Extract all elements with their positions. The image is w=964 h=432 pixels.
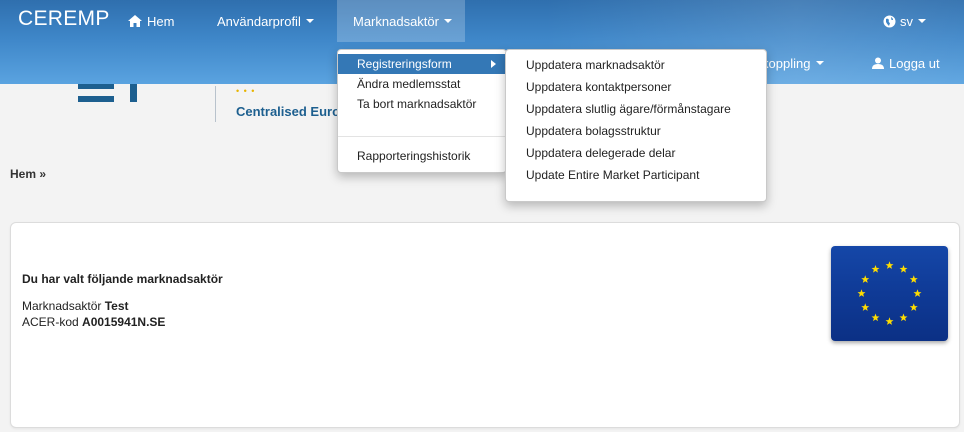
globe-icon [883, 15, 896, 27]
flag-star [861, 275, 870, 283]
menu-divider [338, 136, 506, 137]
menu-item-ta-bort[interactable]: Ta bort marknadsaktör [338, 94, 506, 114]
logo-separator [215, 86, 216, 122]
flag-star [899, 265, 908, 273]
actor-label: Marknadsaktör [22, 299, 102, 313]
flag-star [899, 313, 908, 322]
nav-home-label: Hem [147, 13, 175, 29]
flag-star [871, 265, 880, 273]
submenu-item-label: Uppdatera delegerade delar [526, 146, 676, 160]
flag-star [909, 275, 918, 283]
market-actor-dropdown: Registreringsform Ändra medlemsstat Ta b… [337, 49, 507, 173]
nav-language[interactable]: sv [883, 0, 926, 42]
brand-logo[interactable]: CEREMP [18, 7, 110, 31]
submenu-item-label: Uppdatera bolagsstruktur [526, 124, 661, 138]
nav-market-actor[interactable]: Marknadsaktör [337, 0, 465, 42]
submenu-item-label: Uppdatera slutlig ägare/förmånstagare [526, 102, 731, 116]
submenu-item-delegerade[interactable]: Uppdatera delegerade delar [506, 143, 766, 163]
eu-flag-stars [857, 261, 922, 325]
menu-item-label: Ta bort marknadsaktör [357, 97, 477, 111]
chevron-right-icon [491, 60, 496, 68]
actor-value: Test [104, 299, 129, 313]
acer-value: A0015941N.SE [82, 315, 166, 329]
submenu-item-label: Uppdatera marknadsaktör [526, 58, 665, 72]
menu-item-registreringsform[interactable]: Registreringsform [338, 54, 506, 74]
chevron-down-icon [816, 61, 825, 65]
menu-item-andra-medlemsstat[interactable]: Ändra medlemsstat [338, 74, 506, 94]
flag-star [861, 303, 870, 311]
submenu-item-label: Update Entire Market Participant [526, 168, 700, 182]
submenu-item-label: Uppdatera kontaktpersoner [526, 80, 672, 94]
menu-item-label: Ändra medlemsstat [357, 77, 461, 91]
flag-star [857, 289, 866, 297]
user-icon [872, 57, 884, 69]
nav-logout[interactable]: Logga ut [872, 42, 940, 84]
nav-user-profile-label: Användarprofil [217, 13, 301, 29]
menu-item-label: Rapporteringshistorik [357, 149, 471, 163]
chevron-down-icon [443, 19, 452, 23]
flag-star [885, 317, 894, 325]
panel-heading: Du har valt följande marknadsaktör [22, 272, 223, 286]
flag-star [913, 289, 922, 297]
nav-user-profile[interactable]: Användarprofil [217, 0, 314, 42]
acer-logo-mark [78, 84, 138, 104]
flag-star [885, 261, 894, 269]
chevron-down-icon [918, 19, 926, 23]
nav-home[interactable]: Hem [128, 0, 174, 42]
submenu-item-agare[interactable]: Uppdatera slutlig ägare/förmånstagare [506, 99, 766, 119]
menu-item-rapporteringshistorik[interactable]: Rapporteringshistorik [338, 146, 506, 166]
submenu-item-marknadsaktor[interactable]: Uppdatera marknadsaktör [506, 55, 766, 75]
submenu-item-entire[interactable]: Update Entire Market Participant [506, 165, 766, 185]
nav-market-actor-label: Marknadsaktör [353, 13, 439, 29]
acer-line: ACER-kod A0015941N.SE [22, 315, 165, 329]
logo-text: Centralised Euro [236, 104, 341, 119]
home-icon [128, 15, 142, 27]
nav-logout-label: Logga ut [889, 55, 940, 71]
submenu-item-bolagsstruktur[interactable]: Uppdatera bolagsstruktur [506, 121, 766, 141]
logo-stars: • • • [236, 86, 256, 96]
eu-flag-icon [831, 246, 948, 341]
flag-star [871, 313, 880, 322]
submenu-item-kontaktpersoner[interactable]: Uppdatera kontaktpersoner [506, 77, 766, 97]
nav-koppling-label: koppling [762, 55, 811, 71]
registration-submenu: Uppdatera marknadsaktör Uppdatera kontak… [505, 49, 767, 202]
breadcrumb[interactable]: Hem » [10, 167, 46, 181]
acer-label: ACER-kod [22, 315, 79, 329]
flag-star [909, 303, 918, 311]
chevron-down-icon [305, 19, 314, 23]
menu-item-label: Registreringsform [357, 57, 452, 71]
nav-language-label: sv [900, 13, 913, 29]
nav-koppling[interactable]: koppling [762, 42, 825, 84]
actor-line: Marknadsaktör Test [22, 299, 129, 313]
